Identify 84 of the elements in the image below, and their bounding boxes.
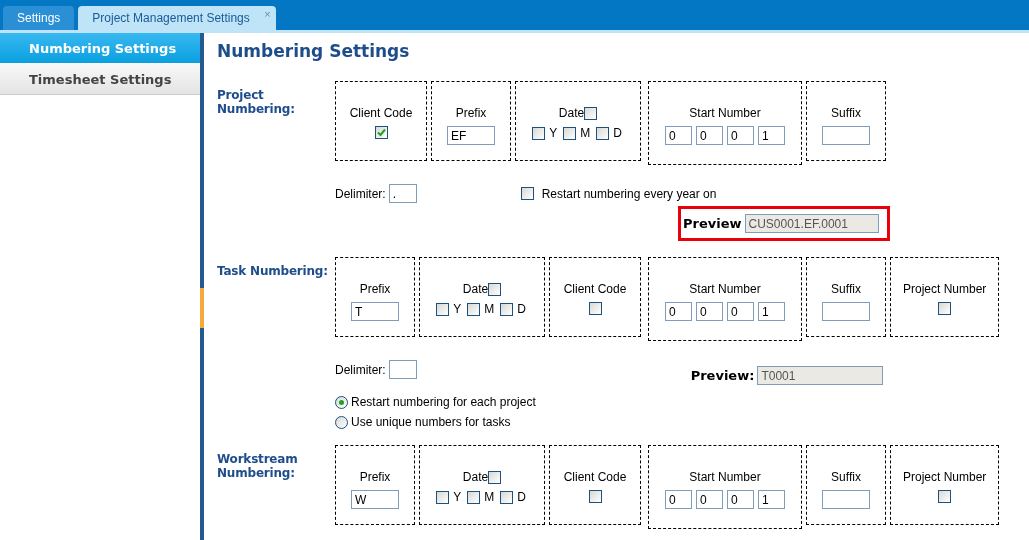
field-label: Prefix xyxy=(455,106,487,120)
checkbox-label: Y xyxy=(453,490,462,504)
checkbox[interactable] xyxy=(532,126,546,140)
field-label: Prefix xyxy=(359,282,391,296)
checkbox-label: M xyxy=(484,490,495,504)
checkbox[interactable] xyxy=(500,302,514,316)
radio-button[interactable] xyxy=(335,415,348,429)
tab[interactable]: Settings xyxy=(3,6,75,30)
checkbox[interactable] xyxy=(588,302,602,315)
checkbox[interactable] xyxy=(938,490,952,503)
delimiter-label: Delimiter: xyxy=(335,362,386,377)
checkbox[interactable] xyxy=(520,187,534,200)
checkbox[interactable] xyxy=(563,126,577,140)
input-field[interactable]: T xyxy=(351,302,399,321)
field-label: Client Code xyxy=(563,282,627,296)
digit-field[interactable]: 0 xyxy=(696,302,723,321)
delimiter-label: Delimiter: xyxy=(335,186,386,201)
radio-button[interactable] xyxy=(335,395,348,409)
digit-field[interactable]: 0 xyxy=(727,302,754,321)
checkbox[interactable] xyxy=(488,470,502,484)
field-label: Prefix xyxy=(359,470,391,484)
section-label: Task Numbering: xyxy=(217,263,329,280)
digit-field[interactable]: 0 xyxy=(665,490,692,509)
field-label: Suffix xyxy=(831,106,861,120)
checkbox[interactable] xyxy=(467,302,481,316)
preview-field[interactable]: T0001 xyxy=(757,366,884,385)
input-field[interactable]: EF xyxy=(447,126,495,145)
digit-field[interactable]: 0 xyxy=(727,126,754,145)
checkbox[interactable] xyxy=(584,106,598,120)
delimiter-field[interactable]: . xyxy=(388,184,417,203)
checkbox-label: D xyxy=(613,126,622,140)
checkbox[interactable] xyxy=(588,490,602,503)
digit-field[interactable]: 1 xyxy=(758,126,785,145)
checkbox-label: Restart numbering every year on xyxy=(541,186,717,201)
checkbox-label: M xyxy=(484,302,495,316)
input-field[interactable] xyxy=(822,126,870,145)
checkbox-label: Y xyxy=(453,302,462,316)
field-label: Start Number xyxy=(689,106,761,120)
field-label: Date xyxy=(462,282,489,296)
digit-field[interactable]: 0 xyxy=(696,126,723,145)
checkbox-label: Y xyxy=(549,126,558,140)
field-label: Suffix xyxy=(831,470,861,484)
field-label: Date xyxy=(558,106,585,120)
field-label: Client Code xyxy=(349,106,413,120)
delimiter-field[interactable] xyxy=(388,360,417,379)
field-label: Client Code xyxy=(563,470,627,484)
digit-field[interactable]: 0 xyxy=(696,490,723,509)
digit-field[interactable]: 1 xyxy=(758,302,785,321)
digit-field[interactable]: 0 xyxy=(665,126,692,145)
input-field[interactable]: W xyxy=(351,490,399,509)
field-label: Suffix xyxy=(831,282,861,296)
section-label: Workstream Numbering: xyxy=(217,451,299,482)
sidebar-item[interactable]: Timesheet Settings xyxy=(0,64,200,95)
checkbox[interactable] xyxy=(374,126,388,139)
radio-label: Use unique numbers for tasks xyxy=(351,415,511,429)
checkbox[interactable] xyxy=(436,490,450,504)
checkbox[interactable] xyxy=(596,126,610,140)
preview-field[interactable]: CUS0001.EF.0001 xyxy=(744,214,879,233)
checkbox-label: D xyxy=(517,490,526,504)
digit-field[interactable]: 0 xyxy=(665,302,692,321)
section-label: Project Numbering: xyxy=(217,87,296,118)
checkbox-label: D xyxy=(517,302,526,316)
checkbox[interactable] xyxy=(938,302,952,315)
checkbox-label: M xyxy=(580,126,591,140)
field-label: Date xyxy=(462,470,489,484)
checkbox[interactable] xyxy=(467,490,481,504)
field-label: Start Number xyxy=(689,282,761,296)
splitter-handle[interactable] xyxy=(200,288,204,328)
checkbox[interactable] xyxy=(488,282,502,296)
field-label: Project Number xyxy=(903,282,987,296)
splitter-bar[interactable] xyxy=(200,33,204,540)
digit-field[interactable]: 0 xyxy=(727,490,754,509)
checkbox[interactable] xyxy=(500,490,514,504)
digit-field[interactable]: 1 xyxy=(758,490,785,509)
input-field[interactable] xyxy=(822,302,870,321)
field-label: Start Number xyxy=(689,470,761,484)
radio-label: Restart numbering for each project xyxy=(351,395,536,409)
preview-label: Preview: xyxy=(690,368,755,383)
input-field[interactable] xyxy=(822,490,870,509)
page-title: Numbering Settings xyxy=(217,41,411,61)
tab[interactable]: Project Management Settings × xyxy=(78,6,276,30)
field-label: Project Number xyxy=(903,470,987,484)
preview-label: Preview xyxy=(683,216,742,231)
checkbox[interactable] xyxy=(436,302,450,316)
